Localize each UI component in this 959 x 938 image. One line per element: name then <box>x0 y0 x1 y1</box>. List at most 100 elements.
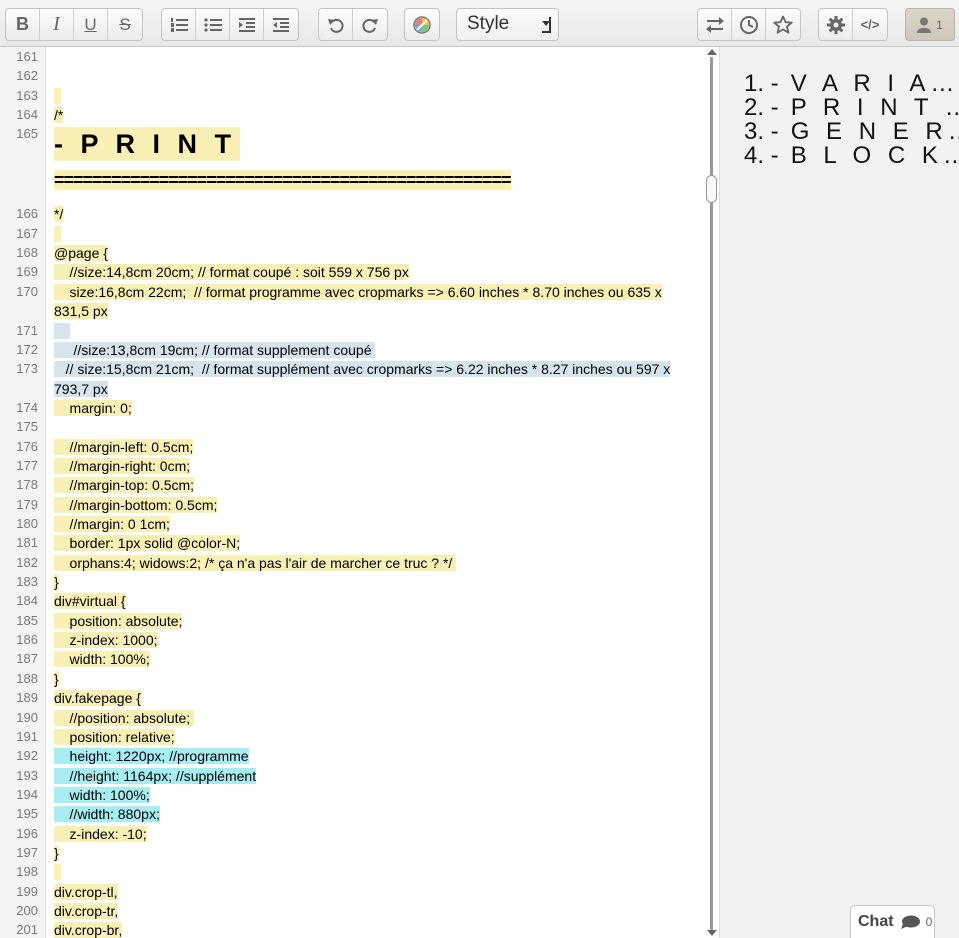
code-line: width: 100%; <box>54 651 150 668</box>
code-line: orphans:4; widows:2; /* ça n'a pas l'air… <box>54 554 457 571</box>
code-line: position: relative; <box>54 728 175 745</box>
outdent-icon <box>273 17 289 32</box>
unordered-list-button[interactable] <box>196 9 230 40</box>
strikethrough-icon: S <box>119 14 131 34</box>
code-line: 831,5 px <box>54 303 108 320</box>
code-line: width: 100%; <box>54 786 150 803</box>
scroll-down-icon[interactable] <box>707 930 717 936</box>
line-number: 165 <box>16 126 38 142</box>
line-number: 183 <box>16 574 38 590</box>
ordered-list-icon <box>170 17 188 32</box>
line-number: 172 <box>16 341 38 357</box>
users-button[interactable]: 1 <box>905 8 955 41</box>
line-number: 188 <box>16 670 38 686</box>
scroll-thumb[interactable] <box>706 175 717 203</box>
chat-button[interactable]: Chat 0 <box>850 905 935 938</box>
code-line: position: absolute; <box>54 612 183 629</box>
scroll-up-icon[interactable] <box>707 49 717 55</box>
code-line: div.crop-tr, <box>54 903 119 919</box>
toc-item-4[interactable]: 4. - B L O C K… <box>744 142 959 170</box>
code-line <box>54 87 61 104</box>
line-number: 180 <box>16 516 38 531</box>
toc-item-label: G E N E R… <box>790 118 959 145</box>
line-number: 179 <box>16 496 38 512</box>
code-line: //margin-right: 0cm; <box>54 457 191 474</box>
underline-button[interactable]: U <box>74 9 108 40</box>
code-line: } <box>54 844 59 861</box>
toc-item-number: 4. - <box>744 142 779 169</box>
strikethrough-button[interactable]: S <box>108 9 142 40</box>
line-number: 198 <box>16 864 38 880</box>
toc-item-number: 3. - <box>744 118 779 145</box>
indent-button[interactable] <box>230 9 264 40</box>
line-number: 193 <box>16 767 38 783</box>
table-of-contents: 1. - V A R I A… 2. - P R I N T … 3. - G E N… <box>719 47 959 938</box>
line-number: 186 <box>16 632 38 648</box>
line-number: 199 <box>16 883 38 899</box>
embed-button[interactable]: </> <box>853 9 887 40</box>
line-number: 182 <box>16 554 38 570</box>
editor-scrollbar[interactable] <box>705 47 719 938</box>
line-number: 178 <box>16 477 38 493</box>
line-number: 187 <box>16 651 38 667</box>
editor-area[interactable]: 161 162 163 164 /* 165 - P R I N T =========… <box>0 47 705 938</box>
redo-button[interactable] <box>353 9 387 40</box>
code-line: /* <box>54 107 64 124</box>
indent-icon <box>238 17 255 32</box>
line-number: 197 <box>16 844 38 860</box>
chat-count: 0 <box>925 915 933 929</box>
import-export-button[interactable] <box>698 9 732 40</box>
line-number: 174 <box>16 399 38 415</box>
code-line <box>54 864 61 881</box>
settings-group: </> <box>818 8 888 41</box>
toolbar: B I U S Style </> 1 <box>0 0 959 47</box>
toc-item-number: 2. - <box>744 94 779 121</box>
line-number: 173 <box>16 361 38 377</box>
underline-icon: U <box>84 14 97 34</box>
code-line: height: 1220px; //programme <box>54 748 249 765</box>
outdent-button[interactable] <box>264 9 298 40</box>
code-line: ========================================… <box>54 170 512 191</box>
line-number: 190 <box>16 709 38 725</box>
ordered-list-button[interactable] <box>162 9 196 40</box>
code-line: 793,7 px <box>54 380 108 397</box>
line-number: 177 <box>16 457 38 473</box>
star-button[interactable] <box>766 9 800 40</box>
code-line: } <box>54 574 59 591</box>
line-number: 167 <box>16 225 38 241</box>
toc-item-number: 1. - <box>744 70 779 97</box>
chat-label: Chat <box>858 913 894 930</box>
code-line <box>54 225 61 242</box>
style-select[interactable]: Style <box>456 8 559 41</box>
toc-item-label: P R I N T … <box>790 94 959 121</box>
line-number: 176 <box>16 438 38 454</box>
code-line: //margin-bottom: 0.5cm; <box>54 496 218 513</box>
history-group <box>318 8 388 41</box>
pad-group <box>697 8 801 41</box>
code-line: //size:13,8cm 19cm; // format supplement… <box>54 341 376 358</box>
line-number: 195 <box>16 806 38 822</box>
line-number: 168 <box>16 245 38 261</box>
line-number: 184 <box>16 593 38 609</box>
undo-button[interactable] <box>319 9 353 40</box>
format-group: B I U S <box>5 8 143 41</box>
code-line: margin: 0; <box>54 399 132 416</box>
code-line: div.crop-br, <box>54 922 123 938</box>
line-number: 162 <box>16 68 38 84</box>
line-number: 189 <box>16 690 38 706</box>
bold-button[interactable]: B <box>6 9 40 40</box>
unordered-list-icon <box>203 17 222 32</box>
code-line: //size:14,8cm 20cm; // format coupé : so… <box>54 264 409 281</box>
settings-button[interactable] <box>819 9 853 40</box>
italic-button[interactable]: I <box>40 9 74 40</box>
code-line: //margin: 0 1cm; <box>54 516 170 532</box>
chevron-down-icon <box>542 17 551 33</box>
line-number: 200 <box>16 903 38 918</box>
history-button[interactable] <box>732 9 766 40</box>
line-number: 194 <box>16 786 38 802</box>
speech-bubble-icon <box>900 915 920 929</box>
import-export-icon <box>705 16 724 33</box>
color-button[interactable] <box>405 9 439 40</box>
